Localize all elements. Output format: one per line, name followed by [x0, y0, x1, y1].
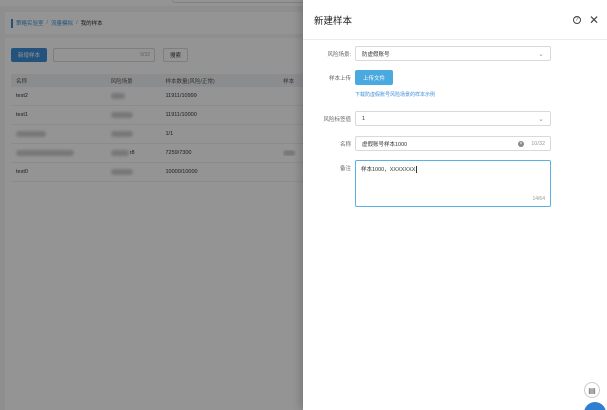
- form-row-upload: 样本上传 上传文件 下载防虚假账号风险场景的样本示例: [303, 70, 607, 98]
- name-control: 虚假账号样本1000 × 10/32: [355, 136, 551, 151]
- label-value-select-value: 1: [362, 115, 366, 122]
- form-row-scene: 风险场景: 防虚假账号 ⌄: [303, 46, 607, 61]
- scene-label: 风险场景:: [327, 52, 351, 58]
- remark-char-count: 14/64: [532, 196, 545, 202]
- label-value-label: 风险标签值: [323, 117, 351, 123]
- scene-select[interactable]: 防虚假账号 ⌄: [355, 46, 551, 61]
- close-icon[interactable]: ✕: [589, 14, 599, 26]
- remark-textarea[interactable]: 样本1000，XXXXXXX 14/64: [355, 160, 551, 207]
- name-char-count: 10/32: [531, 141, 545, 147]
- upload-control: 上传文件 下载防虚假账号风险场景的样本示例: [355, 70, 435, 98]
- scene-select-value: 防虚假账号: [362, 51, 390, 58]
- name-input-value: 虚假账号样本1000: [362, 141, 408, 148]
- label-value-select[interactable]: 1 ⌄: [355, 111, 551, 126]
- clear-icon[interactable]: ×: [518, 141, 524, 147]
- download-sample-link[interactable]: 下载防虚假账号风险场景的样本示例: [355, 91, 435, 98]
- modal-mask[interactable]: [0, 0, 303, 410]
- drawer-title: 新建样本: [314, 15, 353, 27]
- chat-icon[interactable]: ▤: [584, 382, 600, 398]
- form-row-label-value: 风险标签值 1 ⌄: [303, 111, 607, 126]
- remark-control: 样本1000，XXXXXXX 14/64: [355, 160, 551, 207]
- upload-file-button[interactable]: 上传文件: [355, 70, 393, 85]
- remark-textarea-value: 样本1000，XXXXXXX: [361, 167, 416, 173]
- help-circle-icon[interactable]: ?: [572, 15, 581, 24]
- drawer-header: 新建样本 ? ✕: [303, 0, 607, 40]
- name-input[interactable]: 虚假账号样本1000 × 10/32: [355, 136, 551, 151]
- name-label: 名称: [339, 142, 351, 148]
- label-value-control: 1 ⌄: [355, 111, 551, 126]
- scene-control: 防虚假账号 ⌄: [355, 46, 551, 61]
- form-row-remark: 备注 样本1000，XXXXXXX 14/64: [303, 160, 607, 207]
- new-sample-drawer: 新建样本 ? ✕ 风险场景: 防虚假账号 ⌄ 样本上传 上传文件 下载防虚假账号…: [303, 0, 607, 410]
- form-row-name: 名称 虚假账号样本1000 × 10/32: [303, 136, 607, 151]
- text-caret: [416, 166, 418, 174]
- chevron-down-icon: ⌄: [538, 116, 544, 123]
- chevron-down-icon: ⌄: [538, 51, 544, 58]
- upload-label: 样本上传: [328, 76, 351, 82]
- remark-label: 备注: [339, 166, 351, 172]
